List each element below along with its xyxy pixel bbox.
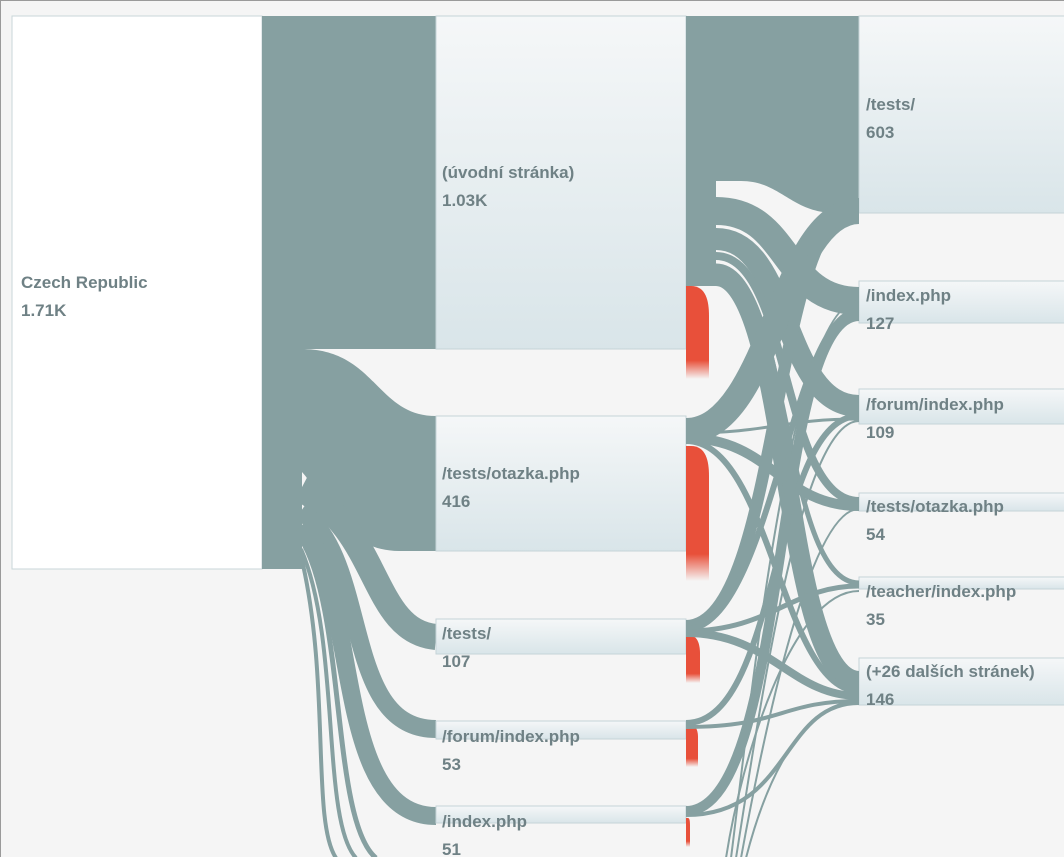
step1-node-name: /tests/ xyxy=(442,624,492,643)
source-node-label: Czech Republic 1.71K xyxy=(21,269,148,325)
step2-node-value: 146 xyxy=(866,690,895,709)
step2-node-value: 109 xyxy=(866,423,895,442)
step2-flows xyxy=(684,197,861,857)
step1-node-name: /index.php xyxy=(442,812,527,831)
step2-node-name: /tests/ xyxy=(866,95,916,114)
step1-node-value: 107 xyxy=(442,652,471,671)
step1-label-uvodni: (úvodní stránka) 1.03K xyxy=(442,159,574,215)
dropoff-otazka[interactable] xyxy=(686,446,709,581)
dropoff-forum[interactable] xyxy=(686,725,698,767)
step2-node-name: /index.php xyxy=(866,286,951,305)
step2-label-forum: /forum/index.php 109 xyxy=(866,391,1004,447)
source-outflow-stub xyxy=(262,471,302,569)
step1-node-value: 416 xyxy=(442,492,471,511)
step1-label-tests: /tests/ 107 xyxy=(442,620,491,676)
step2-label-teacher: /teacher/index.php 35 xyxy=(866,578,1016,634)
step1-node-value: 1.03K xyxy=(442,191,488,210)
step1-node-value: 53 xyxy=(442,755,461,774)
source-node-value: 1.71K xyxy=(21,301,67,320)
source-outflow-main[interactable] xyxy=(262,16,436,349)
flow-thin-4 xyxy=(745,700,860,857)
step2-label-tests: /tests/ 603 xyxy=(866,91,915,147)
step2-node-value: 603 xyxy=(866,123,895,142)
step1-node-name: (úvodní stránka) xyxy=(442,163,575,182)
step2-node-value: 35 xyxy=(866,610,885,629)
step2-label-others: (+26 dalších stránek) 146 xyxy=(866,658,1035,714)
step1-label-index: /index.php 51 xyxy=(442,808,527,857)
step1-node-name: /forum/index.php xyxy=(442,727,580,746)
step1-node-name: /tests/otazka.php xyxy=(442,464,580,483)
step2-node-name: /forum/index.php xyxy=(866,395,1004,414)
step2-label-index: /index.php 127 xyxy=(866,282,951,338)
source-node-name: Czech Republic xyxy=(21,273,148,292)
dropoff-index[interactable] xyxy=(686,818,690,847)
step2-node-value: 127 xyxy=(866,314,895,333)
dropoff-tests[interactable] xyxy=(686,636,700,683)
step1-label-otazka: /tests/otazka.php 416 xyxy=(442,460,580,516)
step2-label-otazka: /tests/otazka.php 54 xyxy=(866,493,1004,549)
step1-node-value: 51 xyxy=(442,840,461,857)
step2-node-name: /teacher/index.php xyxy=(866,582,1017,601)
flow-diagram-canvas: Czech Republic 1.71K (úvodní stránka) 1.… xyxy=(0,0,1064,857)
step2-node-value: 54 xyxy=(866,525,885,544)
dropoff-uvodni[interactable] xyxy=(686,286,709,379)
step2-node-name: /tests/otazka.php xyxy=(866,497,1004,516)
step2-node-name: (+26 dalších stránek) xyxy=(866,662,1035,681)
step1-label-forum: /forum/index.php 53 xyxy=(442,723,580,779)
